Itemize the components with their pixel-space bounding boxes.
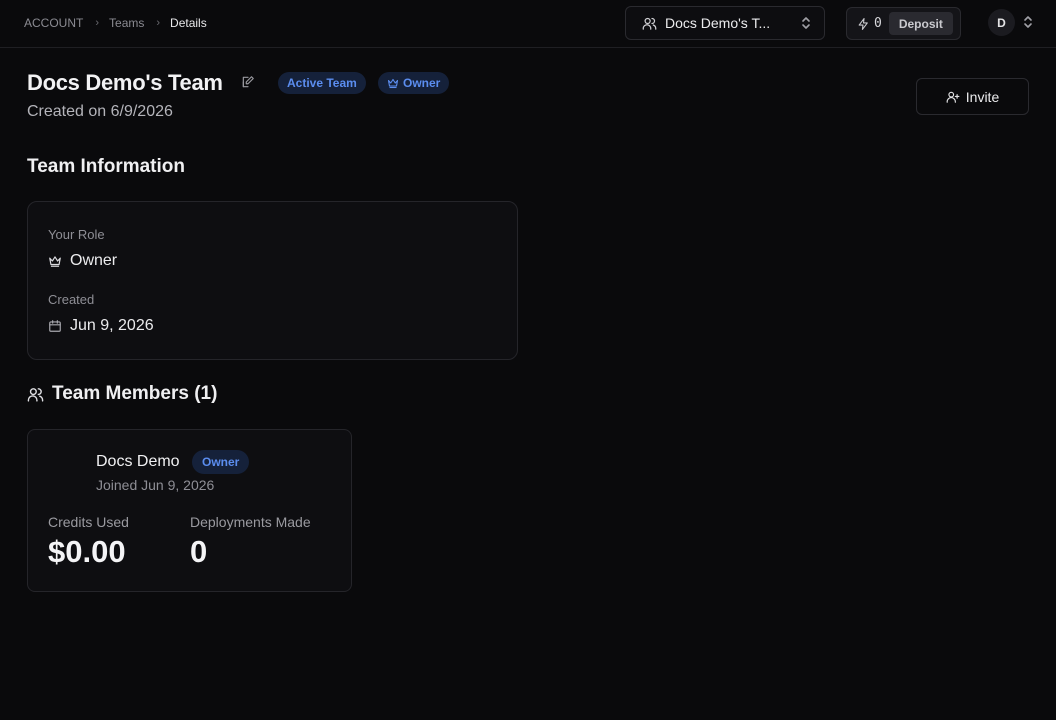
credits-count: 0: [874, 16, 882, 31]
team-members-heading: Team Members (1): [27, 383, 217, 405]
breadcrumb-details: Details: [170, 16, 207, 30]
calendar-icon: [49, 320, 61, 332]
owner-badge: Owner: [378, 72, 450, 94]
breadcrumb-account[interactable]: ACCOUNT: [24, 16, 83, 30]
role-value: Owner: [70, 252, 118, 269]
team-info-card: Your Role Owner Created Jun 9, 2026: [27, 201, 518, 360]
role-value-row: Owner: [48, 252, 117, 270]
crown-icon: [387, 78, 399, 89]
deployments-label: Deployments Made: [190, 514, 311, 530]
crown-icon: [49, 256, 61, 267]
page-title: Docs Demo's Team: [27, 70, 223, 95]
team-switcher-label: Docs Demo's T...: [665, 15, 771, 31]
top-bar: ACCOUNT › Teams › Details Docs Demo's T.…: [0, 0, 1056, 48]
created-label: Created: [48, 292, 95, 307]
invite-label: Invite: [965, 88, 1000, 105]
lightning-icon: [858, 17, 868, 30]
team-information-heading: Team Information: [27, 156, 185, 177]
credits-used-label: Credits Used: [48, 514, 129, 530]
created-value-row: Jun 9, 2026: [48, 317, 154, 335]
deposit-button[interactable]: Deposit: [888, 12, 953, 35]
credits-widget: 0 Deposit: [846, 7, 961, 40]
users-icon: [642, 17, 657, 30]
breadcrumb: ACCOUNT › Teams › Details: [24, 15, 207, 31]
team-members-title: Team Members (1): [52, 383, 218, 404]
member-name: Docs Demo: [96, 453, 180, 470]
member-role-badge: Owner: [192, 450, 250, 474]
chevron-up-down-icon: [802, 17, 810, 29]
deployments-value: 0: [190, 534, 208, 569]
chevron-right-icon: ›: [95, 17, 100, 29]
avatar[interactable]: D: [988, 9, 1015, 36]
breadcrumb-teams[interactable]: Teams: [109, 16, 144, 30]
role-label: Your Role: [48, 227, 105, 242]
chevron-right-icon: ›: [156, 17, 161, 29]
active-team-badge: Active Team: [278, 72, 366, 94]
member-joined-date: Joined Jun 9, 2026: [96, 477, 215, 493]
created-value: Jun 9, 2026: [70, 317, 154, 334]
user-plus-icon: [946, 91, 960, 103]
member-card: Docs Demo Owner Joined Jun 9, 2026 Credi…: [27, 429, 352, 592]
team-switcher[interactable]: Docs Demo's T...: [625, 6, 825, 40]
users-icon: [27, 387, 44, 402]
credits-used-value: $0.00: [48, 534, 126, 569]
owner-badge-label: Owner: [403, 76, 441, 90]
chevron-up-down-icon[interactable]: [1022, 15, 1034, 29]
invite-button[interactable]: Invite: [916, 78, 1029, 115]
created-date: Created on 6/9/2026: [27, 103, 173, 120]
edit-icon[interactable]: [241, 75, 255, 89]
